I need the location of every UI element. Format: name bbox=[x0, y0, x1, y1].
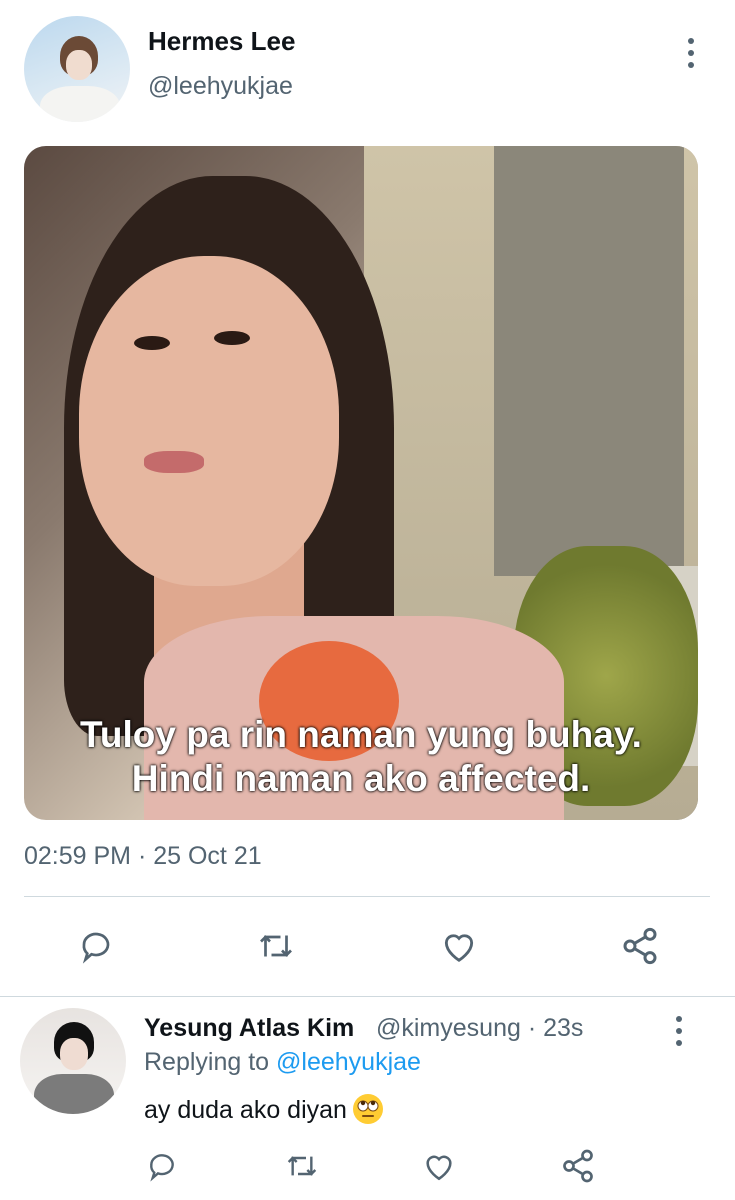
divider bbox=[0, 996, 735, 997]
replying-to: Replying to @leehyukjae bbox=[144, 1048, 421, 1077]
image-caption-line-1: Tuloy pa rin naman yung buhay. bbox=[80, 714, 642, 755]
heart-icon[interactable] bbox=[422, 1150, 456, 1182]
author-name[interactable]: Hermes Lee bbox=[148, 26, 295, 57]
reply-text: ay duda ako diyan bbox=[144, 1094, 383, 1125]
author-avatar[interactable] bbox=[24, 16, 130, 122]
retweet-icon[interactable] bbox=[256, 928, 296, 964]
divider bbox=[24, 896, 710, 897]
reply-author-handle[interactable]: @kimyesung · 23s bbox=[376, 1014, 583, 1043]
more-options-icon[interactable] bbox=[676, 1016, 684, 1052]
comment-icon[interactable] bbox=[146, 1150, 178, 1182]
image-caption-line-2: Hindi naman ako affected. bbox=[131, 758, 591, 799]
face-with-rolling-eyes-emoji bbox=[352, 1094, 383, 1124]
comment-icon[interactable] bbox=[78, 928, 114, 964]
reply-author-name[interactable]: Yesung Atlas Kim bbox=[144, 1014, 354, 1043]
tweet-image[interactable]: Tuloy pa rin naman yung buhay. Hindi nam… bbox=[24, 146, 698, 820]
share-icon[interactable] bbox=[620, 926, 660, 966]
reply-author-avatar[interactable] bbox=[20, 1008, 126, 1114]
author-handle[interactable]: @leehyukjae bbox=[148, 72, 293, 101]
retweet-icon[interactable] bbox=[284, 1150, 320, 1182]
tweet-timestamp[interactable]: 02:59 PM · 25 Oct 21 bbox=[24, 842, 262, 871]
more-options-icon[interactable] bbox=[688, 38, 696, 74]
reply-text-content: ay duda ako diyan bbox=[144, 1096, 347, 1124]
replying-to-link[interactable]: @leehyukjae bbox=[276, 1048, 421, 1076]
share-icon[interactable] bbox=[560, 1148, 596, 1184]
heart-icon[interactable] bbox=[440, 928, 478, 964]
replying-to-label: Replying to bbox=[144, 1048, 277, 1076]
